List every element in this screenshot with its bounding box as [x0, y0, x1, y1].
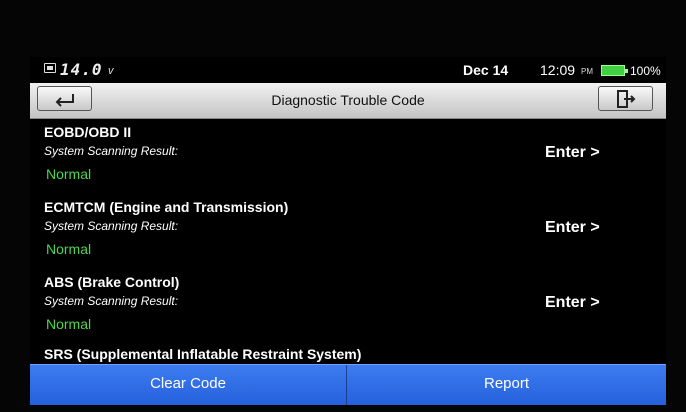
report-button[interactable]: Report — [347, 365, 666, 405]
status-text: Normal — [46, 316, 92, 332]
date: Dec 14 — [463, 62, 509, 78]
voltage-reading: 14.0 — [60, 60, 103, 79]
system-name: SRS (Supplemental Inflatable Restraint S… — [44, 346, 362, 362]
scan-results-list: EOBD/OBD II System Scanning Result: Norm… — [30, 119, 666, 364]
title-bar: Diagnostic Trouble Code — [30, 83, 666, 119]
status-text: Normal — [46, 241, 92, 257]
battery-icon — [601, 65, 628, 76]
clear-code-button[interactable]: Clear Code — [30, 365, 346, 405]
voltage-unit: v — [108, 65, 114, 77]
scan-result-label: System Scanning Result: — [44, 294, 179, 308]
battery-percent: 100% — [630, 64, 661, 78]
enter-button[interactable]: Enter > — [545, 144, 600, 162]
result-item-srs[interactable]: SRS (Supplemental Inflatable Restraint S… — [30, 344, 666, 364]
result-item-ecmtcm[interactable]: ECMTCM (Engine and Transmission) System … — [30, 194, 666, 269]
vehicle-battery-icon — [44, 63, 56, 73]
scan-result-label: System Scanning Result: — [44, 144, 179, 158]
system-name: ABS (Brake Control) — [44, 274, 180, 290]
exit-button[interactable] — [598, 86, 653, 111]
status-text: Normal — [46, 166, 92, 182]
system-name: ECMTCM (Engine and Transmission) — [44, 199, 289, 215]
action-bar: Clear Code Report — [30, 364, 666, 405]
page-title: Diagnostic Trouble Code — [271, 92, 425, 108]
exit-icon — [616, 89, 635, 108]
system-name: EOBD/OBD II — [44, 124, 132, 140]
am-pm: PM — [581, 67, 593, 76]
scan-result-label: System Scanning Result: — [44, 219, 179, 233]
time: 12:09 — [540, 62, 576, 78]
result-item-abs[interactable]: ABS (Brake Control) System Scanning Resu… — [30, 269, 666, 344]
status-bar: 14.0 v Dec 14 12:09 PM 100% — [30, 57, 666, 83]
screen: 14.0 v Dec 14 12:09 PM 100% Diagnostic T… — [30, 57, 666, 405]
result-item-eobd[interactable]: EOBD/OBD II System Scanning Result: Norm… — [30, 119, 666, 194]
enter-button[interactable]: Enter > — [545, 294, 600, 312]
enter-button[interactable]: Enter > — [545, 219, 600, 237]
